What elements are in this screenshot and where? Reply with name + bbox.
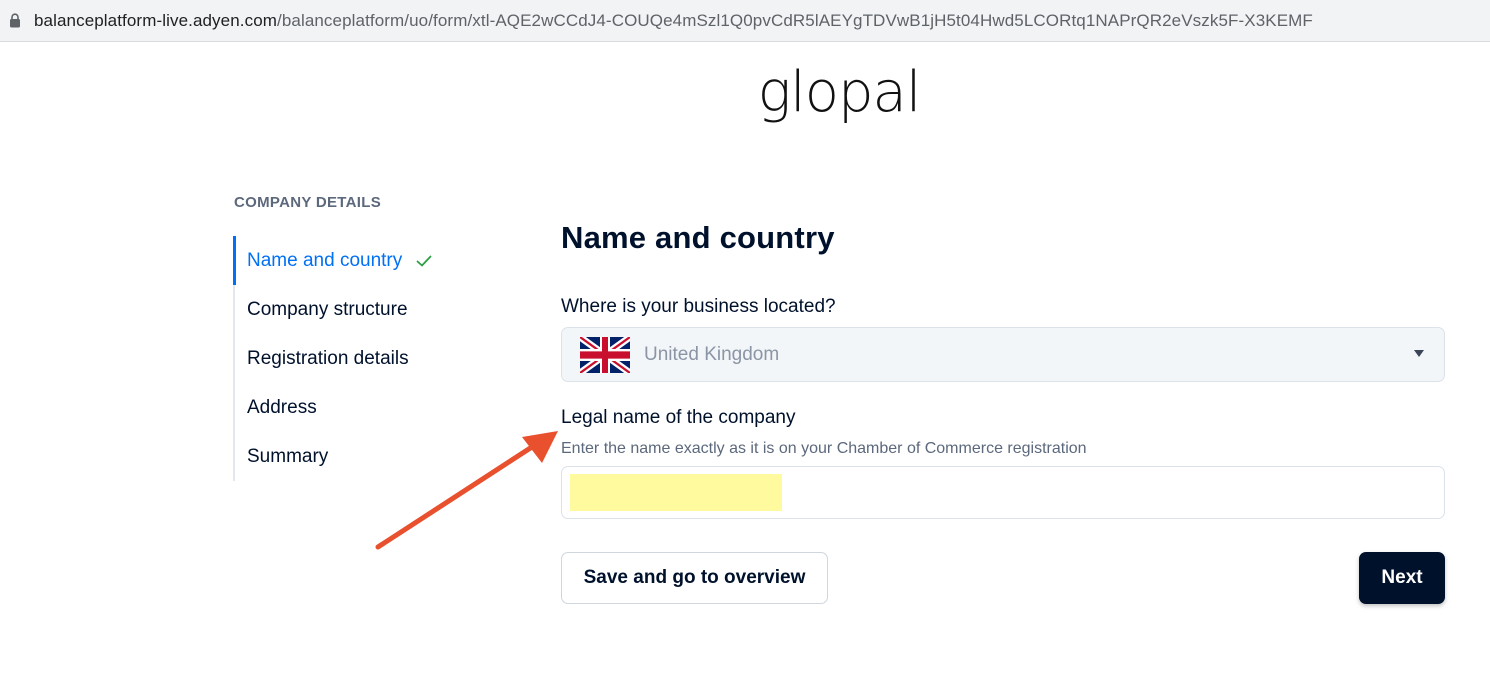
redaction-highlight bbox=[570, 474, 782, 511]
page-title: Name and country bbox=[561, 220, 835, 255]
url-host: balanceplatform-live.adyen.com bbox=[34, 10, 278, 30]
lock-icon bbox=[6, 12, 24, 30]
legal-name-helper: Enter the name exactly as it is on your … bbox=[561, 440, 1087, 457]
browser-url-bar[interactable]: balanceplatform-live.adyen.com/balancepl… bbox=[0, 0, 1490, 42]
country-select[interactable]: United Kingdom bbox=[561, 327, 1445, 382]
sidebar-item-label: Address bbox=[247, 396, 317, 418]
legal-name-input[interactable] bbox=[561, 466, 1445, 519]
country-select-value: United Kingdom bbox=[644, 343, 780, 365]
location-label: Where is your business located? bbox=[561, 296, 836, 317]
legal-name-label: Legal name of the company bbox=[561, 407, 796, 428]
next-button[interactable]: Next bbox=[1359, 552, 1445, 604]
sidebar-item-label: Registration details bbox=[247, 347, 409, 369]
sidebar-item-name-and-country[interactable]: Name and country bbox=[233, 236, 513, 285]
uk-flag-icon bbox=[580, 336, 630, 373]
annotation-arrow-icon bbox=[375, 431, 558, 550]
url-text[interactable]: balanceplatform-live.adyen.com/balancepl… bbox=[34, 11, 1313, 31]
brand-logo: glopal bbox=[757, 60, 922, 125]
url-path: /balanceplatform/uo/form/xtl-AQE2wCCdJ4-… bbox=[277, 10, 1313, 30]
sidebar-item-company-structure[interactable]: Company structure bbox=[233, 285, 513, 334]
sidebar-item-registration-details[interactable]: Registration details bbox=[233, 334, 513, 383]
checkmark-icon bbox=[416, 255, 432, 267]
dropdown-caret-icon bbox=[1414, 350, 1424, 357]
sidebar-heading: COMPANY DETAILS bbox=[234, 194, 382, 211]
sidebar-item-label: Summary bbox=[247, 445, 329, 467]
sidebar-item-label: Name and country bbox=[247, 249, 403, 271]
save-and-overview-button[interactable]: Save and go to overview bbox=[561, 552, 828, 604]
sidebar-item-label: Company structure bbox=[247, 298, 408, 320]
